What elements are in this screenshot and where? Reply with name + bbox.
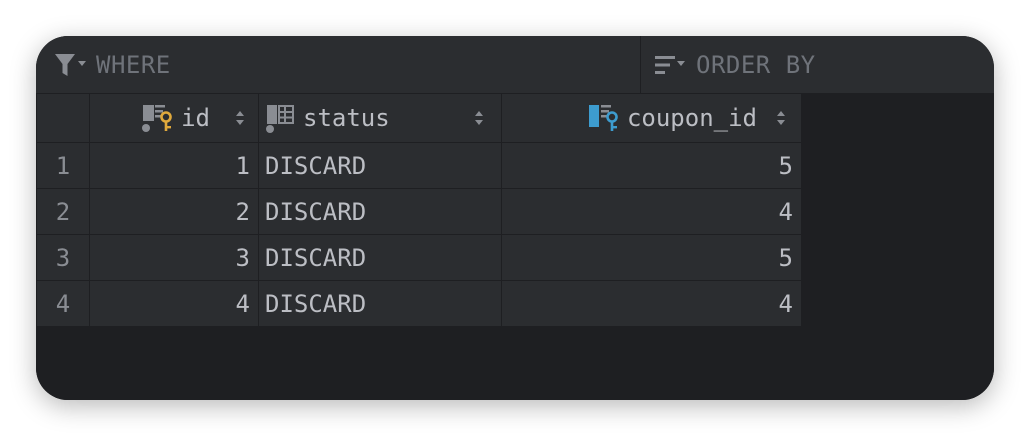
sort-arrows-icon[interactable] (473, 109, 485, 127)
where-label: WHERE (96, 50, 171, 79)
cell-status[interactable]: DISCARD (258, 142, 502, 189)
table-row[interactable]: 3 3 DISCARD 5 (36, 234, 802, 281)
order-by-filter[interactable]: ORDER BY (641, 36, 994, 93)
result-table: id status coupon_id 1 1 DISCARD 5 2 2 DI… (36, 93, 802, 327)
cell-status[interactable]: DISCARD (258, 188, 502, 235)
row-number[interactable]: 3 (36, 234, 90, 281)
table-row[interactable]: 4 4 DISCARD 4 (36, 280, 802, 327)
cell-coupon-id[interactable]: 4 (501, 280, 802, 327)
column-icon (265, 102, 297, 134)
cell-coupon-id[interactable]: 4 (501, 188, 802, 235)
filter-icon[interactable] (54, 52, 88, 78)
row-number[interactable]: 4 (36, 280, 90, 327)
header-row: id status coupon_id (36, 93, 802, 143)
cell-id[interactable]: 2 (89, 188, 259, 235)
primary-key-column-icon (141, 102, 175, 134)
row-number[interactable]: 1 (36, 142, 90, 189)
cell-id[interactable]: 4 (89, 280, 259, 327)
table-row[interactable]: 2 2 DISCARD 4 (36, 188, 802, 235)
row-number[interactable]: 2 (36, 188, 90, 235)
column-header-label: id (181, 104, 210, 132)
filter-bar: WHERE ORDER BY (36, 36, 994, 94)
table-row[interactable]: 1 1 DISCARD 5 (36, 142, 802, 189)
column-header-coupon-id[interactable]: coupon_id (501, 93, 802, 143)
column-header-label: coupon_id (626, 104, 757, 132)
where-filter[interactable]: WHERE (36, 36, 641, 93)
cell-status[interactable]: DISCARD (258, 280, 502, 327)
sort-arrows-icon[interactable] (234, 109, 246, 127)
column-header-status[interactable]: status (258, 93, 502, 143)
cell-status[interactable]: DISCARD (258, 234, 502, 281)
foreign-key-column-icon (587, 102, 621, 134)
query-results-panel: WHERE ORDER BY id status coupon_id 1 1 D… (36, 36, 994, 400)
sort-arrows-icon[interactable] (775, 109, 787, 127)
cell-coupon-id[interactable]: 5 (501, 142, 802, 189)
corner-cell (36, 93, 90, 143)
cell-id[interactable]: 1 (89, 142, 259, 189)
column-header-label: status (303, 104, 390, 132)
order-by-label: ORDER BY (696, 50, 816, 79)
cell-id[interactable]: 3 (89, 234, 259, 281)
sort-icon[interactable] (654, 53, 688, 77)
column-header-id[interactable]: id (89, 93, 259, 143)
result-grid: id status coupon_id 1 1 DISCARD 5 2 2 DI… (36, 93, 994, 400)
cell-coupon-id[interactable]: 5 (501, 234, 802, 281)
